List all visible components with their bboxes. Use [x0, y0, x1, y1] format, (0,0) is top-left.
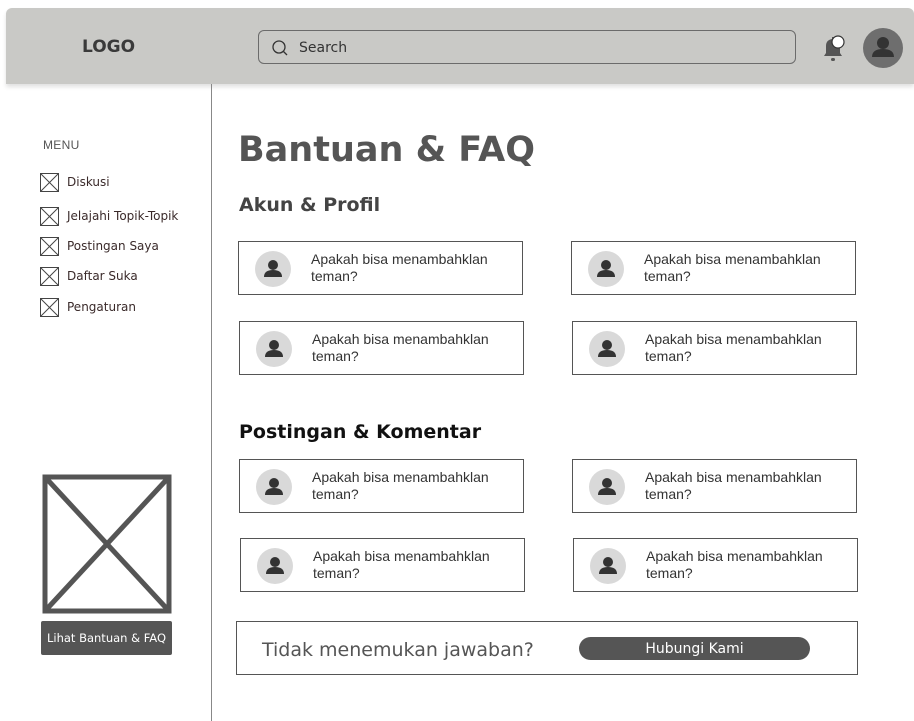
user-avatar-icon [590, 548, 626, 584]
search-input[interactable]: Search [299, 40, 347, 56]
faq-question: Apakah bisa menambahklan teman? [313, 548, 490, 581]
user-avatar-icon [589, 469, 625, 505]
sidebar-item-jelajahi[interactable]: Jelajahi Topik-Topik [40, 206, 178, 226]
sidebar-item-daftar-suka[interactable]: Daftar Suka [40, 266, 138, 286]
placeholder-x-icon [40, 266, 59, 286]
section-title-akun: Akun & Profil [239, 194, 381, 216]
user-avatar-icon [588, 251, 624, 287]
sidebar-item-label: Daftar Suka [67, 269, 138, 283]
user-avatar-icon [256, 331, 292, 367]
image-placeholder-icon [42, 474, 172, 614]
faq-question: Apakah bisa menambahklan teman? [645, 469, 822, 502]
sidebar-item-label: Jelajahi Topik-Topik [67, 209, 179, 223]
faq-question: Apakah bisa menambahklan teman? [645, 331, 822, 364]
faq-question: Apakah bisa menambahklan teman? [646, 548, 823, 581]
faq-card[interactable]: Apakah bisa menambahklan teman? [239, 321, 524, 375]
placeholder-x-icon [40, 172, 59, 192]
user-avatar-icon [255, 251, 291, 287]
user-avatar-icon[interactable] [863, 28, 903, 68]
faq-card[interactable]: Apakah bisa menambahklan teman? [571, 241, 856, 295]
user-avatar-icon [589, 331, 625, 367]
placeholder-x-icon [40, 236, 59, 256]
faq-question: Apakah bisa menambahklan teman? [644, 251, 821, 284]
search-bar[interactable]: Search [258, 30, 796, 64]
sidebar-item-postingan-saya[interactable]: Postingan Saya [40, 236, 159, 256]
help-faq-button[interactable]: Lihat Bantuan & FAQ [41, 621, 172, 655]
contact-us-button[interactable]: Hubungi Kami [579, 637, 810, 660]
sidebar-item-label: Diskusi [67, 175, 110, 189]
user-avatar-icon [256, 469, 292, 505]
faq-card[interactable]: Apakah bisa menambahklan teman? [572, 459, 857, 513]
sidebar-item-pengaturan[interactable]: Pengaturan [40, 297, 136, 317]
menu-title: MENU [43, 138, 80, 152]
sidebar-item-diskusi[interactable]: Diskusi [40, 172, 110, 192]
top-header: LOGO Search [6, 8, 914, 84]
faq-question: Apakah bisa menambahklan teman? [312, 331, 489, 364]
faq-question: Apakah bisa menambahklan teman? [312, 469, 489, 502]
sidebar-divider [211, 84, 212, 721]
search-icon [272, 40, 288, 56]
contact-prompt: Tidak menemukan jawaban? Hubungi Kami [236, 621, 858, 675]
section-title-postingan: Postingan & Komentar [239, 421, 482, 443]
sidebar-item-label: Postingan Saya [67, 239, 159, 253]
faq-card[interactable]: Apakah bisa menambahklan teman? [240, 538, 525, 592]
user-avatar-icon [257, 548, 293, 584]
faq-card[interactable]: Apakah bisa menambahklan teman? [239, 459, 524, 513]
faq-card[interactable]: Apakah bisa menambahklan teman? [572, 321, 857, 375]
logo[interactable]: LOGO [82, 37, 135, 57]
placeholder-x-icon [40, 206, 59, 226]
faq-card[interactable]: Apakah bisa menambahklan teman? [238, 241, 523, 295]
page-title: Bantuan & FAQ [238, 130, 536, 170]
placeholder-x-icon [40, 297, 59, 317]
bell-icon[interactable] [820, 34, 846, 64]
faq-card[interactable]: Apakah bisa menambahklan teman? [573, 538, 858, 592]
faq-question: Apakah bisa menambahklan teman? [311, 251, 488, 284]
contact-question: Tidak menemukan jawaban? [262, 639, 534, 661]
sidebar-item-label: Pengaturan [67, 300, 136, 314]
